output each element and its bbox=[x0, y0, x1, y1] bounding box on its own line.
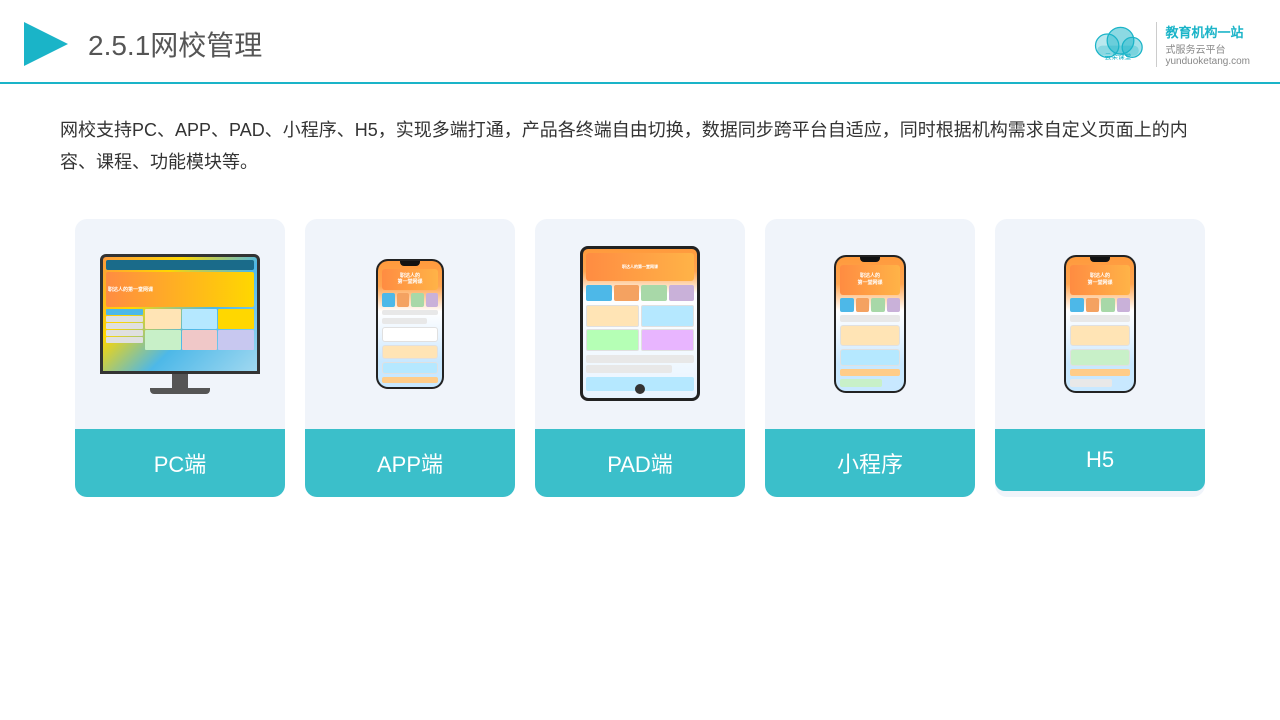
phone-notch bbox=[400, 261, 420, 266]
tablet-home-btn bbox=[635, 384, 645, 394]
header-left: 2.5.1网校管理 bbox=[20, 18, 262, 70]
card-image-pc: 职达人的第一堂网课 bbox=[75, 219, 285, 429]
monitor-stand bbox=[172, 374, 188, 388]
logo-name: 教育机构一站 bbox=[1165, 22, 1250, 41]
phone-screen-h5: 职达人的第一堂网课 bbox=[1066, 257, 1134, 391]
tablet-screen: 职达人的第一堂网课 bbox=[583, 249, 697, 398]
card-label-h5: H5 bbox=[995, 429, 1205, 491]
card-app: 职达人的第一堂网课 bbox=[305, 219, 515, 497]
card-miniprogram: 职达人的第一堂网课 bbox=[765, 219, 975, 497]
card-image-app: 职达人的第一堂网课 bbox=[305, 219, 515, 429]
main-content: 网校支持PC、APP、PAD、小程序、H5，实现多端打通，产品各终端自由切换，数… bbox=[0, 84, 1280, 517]
monitor-screen: 职达人的第一堂网课 bbox=[103, 257, 257, 371]
logo-sub: 式服务云平台 bbox=[1165, 41, 1250, 56]
card-image-pad: 职达人的第一堂网课 bbox=[535, 219, 745, 429]
header: 2.5.1网校管理 云朵课堂 教育机构一站 式服务云平台 yunduoketan… bbox=[0, 0, 1280, 84]
cards-container: 职达人的第一堂网课 bbox=[60, 219, 1220, 497]
card-pad: 职达人的第一堂网课 bbox=[535, 219, 745, 497]
description-text: 网校支持PC、APP、PAD、小程序、H5，实现多端打通，产品各终端自由切换，数… bbox=[60, 114, 1220, 179]
phone-h5: 职达人的第一堂网课 bbox=[1064, 255, 1136, 393]
phone-notch-mini bbox=[860, 257, 880, 262]
card-label-app: APP端 bbox=[305, 429, 515, 497]
card-label-pad: PAD端 bbox=[535, 429, 745, 497]
phone-screen-app: 职达人的第一堂网课 bbox=[378, 261, 442, 387]
tablet-pad: 职达人的第一堂网课 bbox=[580, 246, 700, 401]
svg-text:云朵课堂: 云朵课堂 bbox=[1105, 52, 1132, 61]
title-main: 网校管理 bbox=[150, 30, 262, 61]
logo-text-block: 教育机构一站 式服务云平台 yunduoketang.com bbox=[1156, 22, 1250, 67]
logo-url: yunduoketang.com bbox=[1165, 56, 1250, 67]
card-pc: 职达人的第一堂网课 bbox=[75, 219, 285, 497]
card-image-h5: 职达人的第一堂网课 bbox=[995, 219, 1205, 429]
card-label-pc: PC端 bbox=[75, 429, 285, 497]
monitor-body: 职达人的第一堂网课 bbox=[100, 254, 260, 374]
logo-area: 云朵课堂 教育机构一站 式服务云平台 yunduoketang.com bbox=[1088, 22, 1250, 67]
monitor-base bbox=[150, 388, 210, 394]
card-h5: 职达人的第一堂网课 bbox=[995, 219, 1205, 497]
play-icon bbox=[20, 18, 72, 70]
pc-monitor: 职达人的第一堂网课 bbox=[95, 254, 265, 394]
title-prefix: 2.5.1 bbox=[88, 30, 150, 61]
phone-miniprogram: 职达人的第一堂网课 bbox=[834, 255, 906, 393]
card-label-miniprogram: 小程序 bbox=[765, 429, 975, 497]
phone-app: 职达人的第一堂网课 bbox=[376, 259, 444, 389]
cloud-logo-icon: 云朵课堂 bbox=[1088, 24, 1148, 64]
card-image-miniprogram: 职达人的第一堂网课 bbox=[765, 219, 975, 429]
page-title: 2.5.1网校管理 bbox=[88, 24, 262, 64]
phone-notch-h5 bbox=[1090, 257, 1110, 262]
phone-screen-mini: 职达人的第一堂网课 bbox=[836, 257, 904, 391]
